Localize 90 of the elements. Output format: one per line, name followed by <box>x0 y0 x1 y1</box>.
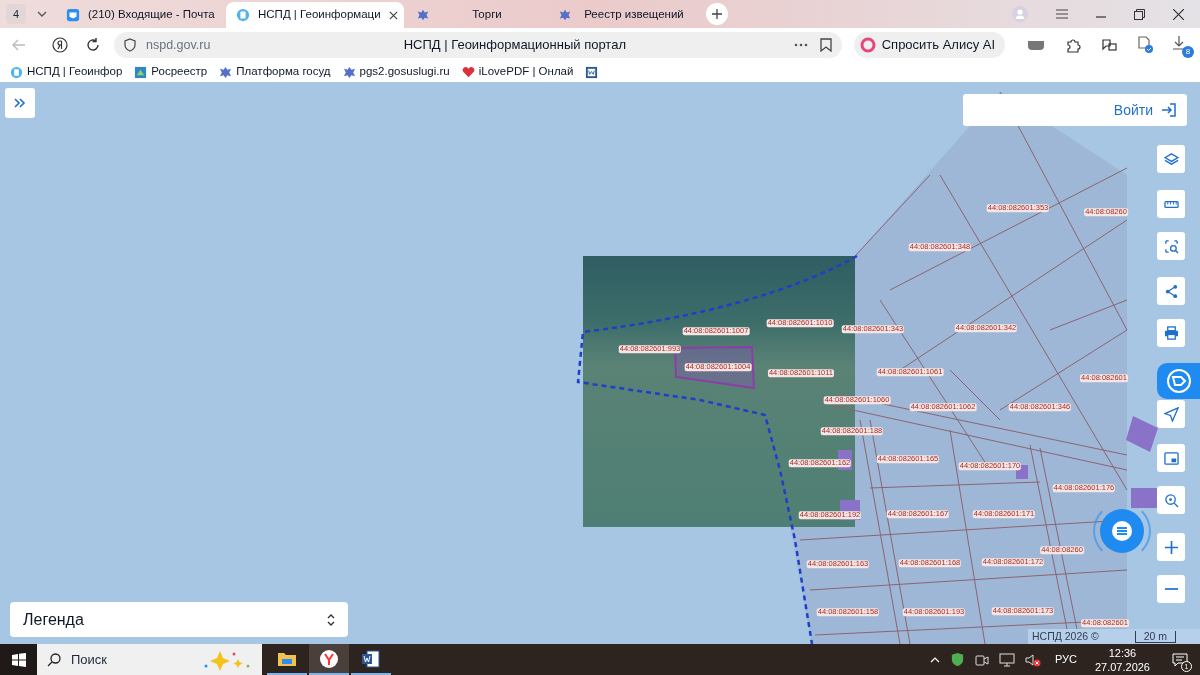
emblem-icon <box>219 65 233 79</box>
double-chevron-icon <box>14 98 26 108</box>
globe-page-icon <box>236 8 250 22</box>
search-field[interactable]: Поиск <box>37 644 262 675</box>
close-icon[interactable] <box>388 10 398 20</box>
bookmark-item[interactable]: iLovePDF | Онлай <box>461 63 574 81</box>
legend-dropdown[interactable]: Легенда <box>10 602 348 637</box>
search-icon <box>47 652 61 667</box>
ring-logo-icon <box>859 37 876 53</box>
more-dots-icon[interactable] <box>793 43 808 47</box>
heart-icon <box>461 65 475 79</box>
camera-icon[interactable] <box>974 652 989 667</box>
layers-icon <box>1163 151 1179 167</box>
share-button[interactable] <box>1157 277 1185 305</box>
puzzle-icon[interactable] <box>1065 37 1082 53</box>
login-button[interactable]: Войти <box>963 94 1187 126</box>
shield-icon <box>124 38 136 52</box>
emblem-icon <box>558 8 572 22</box>
card-icon[interactable] <box>1027 40 1046 50</box>
emblem-icon <box>416 8 430 22</box>
sign-in-icon <box>1161 102 1177 118</box>
browser-tab[interactable]: Реестр извещений <box>548 2 698 28</box>
ask-alice-button[interactable]: Спросить Алису AI <box>853 32 1006 58</box>
ruler-button[interactable] <box>1157 190 1185 218</box>
document-check-icon[interactable] <box>1137 36 1154 54</box>
printer-button[interactable] <box>1157 319 1185 347</box>
picture-in-picture-button[interactable] <box>1157 444 1185 472</box>
shield-icon[interactable] <box>949 652 965 667</box>
service-panel-button[interactable] <box>1157 363 1200 399</box>
area-search-button[interactable] <box>1157 232 1185 260</box>
language-indicator[interactable]: РУС <box>1054 651 1077 668</box>
bookmark-item[interactable]: НСПД | Геоинфор <box>10 63 123 81</box>
page-icon <box>10 65 23 79</box>
bookmark-item[interactable]: pgs2.gosuslugi.ru <box>342 63 450 81</box>
chevron-up-icon[interactable] <box>929 656 940 663</box>
tab-counter-button[interactable]: 4 <box>6 4 26 24</box>
share-icon <box>1163 283 1179 299</box>
browser-tab[interactable]: Торги <box>406 2 546 28</box>
location-search-icon <box>1163 492 1179 508</box>
plus-icon <box>712 9 722 19</box>
location-search-button[interactable] <box>1157 486 1185 514</box>
speaker-muted-icon[interactable] <box>1024 652 1041 667</box>
up-down-chevron-icon <box>327 612 335 627</box>
attribution-text: НСПД 2026 © <box>1032 628 1099 644</box>
tab-title: Реестр извещений <box>583 7 685 23</box>
new-tab-button[interactable] <box>706 3 728 25</box>
document-icon[interactable] <box>585 65 599 79</box>
mail-icon <box>66 8 80 22</box>
yandex-logo-icon[interactable] <box>52 37 68 53</box>
browser-tab[interactable]: НСПД | Геоинформаци <box>226 2 404 28</box>
taskbar-app-button[interactable] <box>309 644 349 675</box>
chat-menu-icon <box>1110 519 1134 543</box>
monitor-icon[interactable] <box>998 652 1015 667</box>
chat-bubbles-icon[interactable] <box>1101 37 1118 53</box>
word-document-icon <box>361 648 381 669</box>
url-text: nspd.gov.ru <box>146 36 212 54</box>
start-button[interactable] <box>0 644 37 675</box>
bookmark-icon[interactable] <box>819 38 832 52</box>
printer-icon <box>1163 325 1179 341</box>
browser-logo-icon <box>319 648 339 669</box>
browser-tab[interactable]: (210) Входящие - Почта <box>56 2 224 28</box>
zoom-in-icon <box>1163 539 1179 555</box>
page-title: НСПД | Геоинформационный портал <box>402 36 627 55</box>
caret-icon <box>37 11 47 17</box>
close-icon[interactable] <box>1173 8 1184 20</box>
emblem-icon <box>134 65 148 79</box>
download-count-badge: 8 <box>1182 46 1194 58</box>
chat-button[interactable] <box>1100 509 1144 553</box>
restore-icon[interactable] <box>1134 8 1145 20</box>
windows-logo-icon <box>11 652 26 667</box>
area-search-icon <box>1163 238 1179 254</box>
bookmark-item[interactable]: Росреестр <box>134 63 208 81</box>
zoom-in-button[interactable] <box>1157 533 1185 561</box>
layers-button[interactable] <box>1157 145 1185 173</box>
tab-title: (210) Входящие - Почта <box>88 7 215 23</box>
message-icon <box>1172 652 1188 667</box>
scale-bar: 20 m <box>1134 630 1176 643</box>
emblem-icon <box>342 65 356 79</box>
reload-icon[interactable] <box>86 38 100 52</box>
speech-bubble-logo-icon <box>1165 368 1192 394</box>
picture-in-picture-icon <box>1163 450 1179 466</box>
tab-title: НСПД | Геоинформаци <box>258 7 381 23</box>
tab-title: Торги <box>471 7 503 23</box>
clock[interactable]: 12:36 27.07.2026 <box>1094 645 1150 674</box>
address-bar[interactable]: nspd.gov.ru НСПД | Геоинформационный портал <box>114 32 842 58</box>
navigation-arrow-icon <box>1163 406 1179 422</box>
navigation-arrow-button[interactable] <box>1157 400 1185 428</box>
expand-panel-button[interactable] <box>5 88 35 118</box>
zoom-out-button[interactable] <box>1157 575 1185 603</box>
bookmark-item[interactable]: Платформа госуд <box>219 63 331 81</box>
